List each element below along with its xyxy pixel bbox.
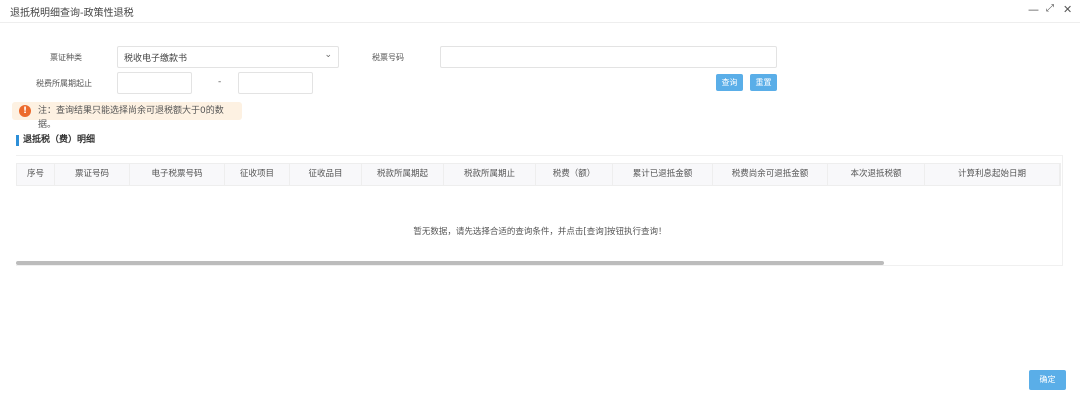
- column-header[interactable]: 票证号码: [55, 164, 130, 185]
- column-header[interactable]: 序号: [17, 164, 55, 185]
- column-header[interactable]: 本次退抵税额: [828, 164, 925, 185]
- column-header[interactable]: 税费（额）: [536, 164, 613, 185]
- period-separator: -: [218, 77, 222, 87]
- ticket-type-select[interactable]: 税收电子缴款书 ⌄: [117, 46, 339, 68]
- empty-table-message: 暂无数据，请先选择合适的查询条件，并点击[查询]按钮执行查询！: [413, 227, 667, 237]
- chevron-down-icon: ⌄: [324, 50, 332, 60]
- warning-icon: !: [19, 105, 31, 117]
- confirm-button[interactable]: 确定: [1029, 370, 1066, 390]
- ticket-type-label: 票证种类: [50, 53, 82, 62]
- column-header[interactable]: 税款所属期起: [362, 164, 444, 185]
- column-header[interactable]: 累计已退抵金额: [613, 164, 713, 185]
- window-title: 退抵税明细查询-政策性退税: [10, 8, 134, 19]
- reset-button[interactable]: 重置: [750, 74, 777, 91]
- period-label: 税费所属期起止: [36, 79, 92, 88]
- section-title: 退抵税（费）明细: [16, 135, 95, 146]
- column-header[interactable]: 征收项目: [225, 164, 290, 185]
- column-header[interactable]: 税费尚余可退抵金额: [713, 164, 828, 185]
- query-button[interactable]: 查询: [716, 74, 743, 91]
- notice-banner: ! 注：查询结果只能选择尚余可退税额大于0的数据。: [12, 102, 242, 130]
- column-header[interactable]: 计算利息起始日期: [925, 164, 1060, 185]
- table-header: 序号 票证号码 电子税票号码 征收项目 征收品目 税款所属期起 税款所属期止 税…: [16, 163, 1061, 186]
- period-end-input[interactable]: [238, 72, 313, 94]
- header-divider: [0, 22, 1080, 23]
- tax-ticket-no-label: 税票号码: [372, 53, 404, 62]
- tax-ticket-no-input[interactable]: [440, 46, 777, 68]
- close-icon[interactable]: ✕: [1063, 3, 1072, 16]
- maximize-icon[interactable]: ⤢: [1046, 3, 1054, 14]
- ticket-type-value: 税收电子缴款书: [124, 54, 188, 64]
- period-start-input[interactable]: [117, 72, 192, 94]
- column-header[interactable]: 电子税票号码: [130, 164, 225, 185]
- horizontal-scrollbar[interactable]: [16, 261, 884, 265]
- column-header[interactable]: 税款所属期止: [444, 164, 536, 185]
- column-header[interactable]: 征收品目: [290, 164, 362, 185]
- notice-text: 注：查询结果只能选择尚余可退税额大于0的数据。: [38, 106, 224, 130]
- minimize-icon[interactable]: —: [1028, 3, 1039, 16]
